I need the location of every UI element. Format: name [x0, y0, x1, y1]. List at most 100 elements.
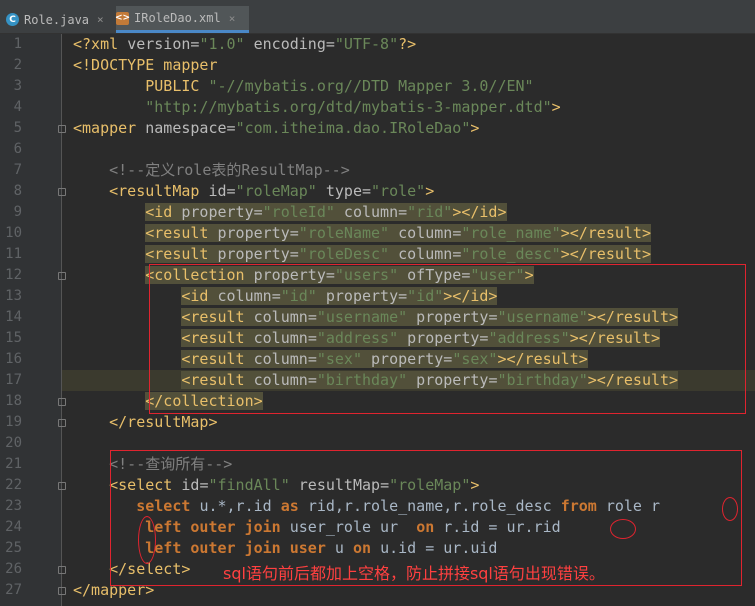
- line-number: 1: [13, 36, 22, 52]
- code-token: =: [289, 224, 299, 242]
- code-token: property: [217, 245, 290, 263]
- fold-icon[interactable]: [58, 188, 66, 196]
- code-token: id: [208, 182, 227, 200]
- line-number: 25: [5, 540, 22, 556]
- line-number: 19: [5, 414, 22, 430]
- code-token: <mapper: [73, 119, 146, 137]
- line-number: 2: [13, 57, 22, 73]
- code-token: encoding: [244, 35, 326, 53]
- code-token: "-//mybatis.org//DTD Mapper 3.0//EN": [208, 77, 534, 95]
- fold-icon[interactable]: [58, 398, 66, 406]
- collection-highlight-box: [149, 264, 746, 414]
- tab-label: Role.java: [24, 12, 90, 27]
- line-number: 26: [5, 561, 22, 577]
- code-token: =: [325, 35, 335, 53]
- code-token: =: [362, 182, 372, 200]
- line-number: 27: [5, 582, 22, 598]
- line-number: 16: [5, 351, 22, 367]
- code-token: <result: [145, 245, 218, 263]
- trailing-space-marker: [610, 519, 636, 539]
- code-token: "http://mybatis.org/dtd/mybatis-3-mapper…: [73, 98, 552, 116]
- code-line: <mapper namespace="com.itheima.dao.IRole…: [73, 118, 479, 139]
- code-token: "UTF-8": [334, 35, 399, 53]
- code-token: <resultMap: [73, 182, 209, 200]
- code-token: "role": [371, 182, 426, 200]
- fold-icon[interactable]: [58, 419, 66, 427]
- line-number: 9: [13, 204, 22, 220]
- code-token: "role_desc": [461, 245, 561, 263]
- code-line: </resultMap>: [73, 412, 218, 433]
- line-number: 12: [5, 267, 22, 283]
- line-number: 15: [5, 330, 22, 346]
- line-number: 22: [5, 477, 22, 493]
- code-token: namespace: [145, 119, 227, 137]
- code-line: <result property="roleDesc" column="role…: [73, 244, 651, 265]
- code-token: <result: [145, 224, 218, 242]
- line-number: 24: [5, 519, 22, 535]
- code-token: property: [181, 203, 254, 221]
- code-token: column: [389, 245, 453, 263]
- code-token: ?>: [398, 35, 417, 53]
- code-token: <?xml: [73, 35, 128, 53]
- code-token: <id: [145, 203, 182, 221]
- code-token: property: [217, 224, 290, 242]
- code-token: column: [334, 203, 399, 221]
- close-icon[interactable]: ×: [229, 12, 236, 25]
- code-token: "roleMap": [235, 182, 317, 200]
- code-token: </resultMap>: [73, 413, 218, 431]
- code-token: =: [253, 203, 263, 221]
- tab-label: IRoleDao.xml: [134, 11, 221, 25]
- line-number: 13: [5, 288, 22, 304]
- code-token: =: [398, 203, 408, 221]
- line-number: 11: [5, 246, 22, 262]
- editor-tab-bar: C Role.java × <> IRoleDao.xml ×: [0, 6, 755, 34]
- java-class-icon: C: [6, 13, 19, 26]
- code-token: <!DOCTYPE mapper: [73, 56, 218, 74]
- code-token: ></id>: [452, 203, 507, 221]
- code-token: =: [452, 224, 462, 242]
- line-number: 6: [13, 141, 22, 157]
- code-token: <!--定义role表的ResultMap-->: [73, 161, 350, 179]
- code-token: column: [389, 224, 453, 242]
- annotation-note: sql语句前后都加上空格，防止拼接sql语句出现错误。: [223, 564, 605, 583]
- tab-irole-dao-xml[interactable]: <> IRoleDao.xml ×: [115, 6, 249, 33]
- code-token: >: [470, 119, 480, 137]
- code-token: =: [226, 119, 236, 137]
- fold-icon[interactable]: [58, 125, 66, 133]
- code-token: =: [289, 245, 299, 263]
- fold-icon[interactable]: [58, 272, 66, 280]
- code-token: "com.itheima.dao.IRoleDao": [235, 119, 471, 137]
- line-number: 20: [5, 435, 22, 451]
- code-line: <resultMap id="roleMap" type="role">: [73, 181, 434, 202]
- leading-space-marker: [138, 516, 156, 564]
- code-token: type: [316, 182, 362, 200]
- line-number: 4: [13, 99, 22, 115]
- code-line: <!DOCTYPE mapper: [73, 55, 218, 76]
- code-token: =: [452, 245, 462, 263]
- line-number: 8: [13, 183, 22, 199]
- code-token: ></result>: [560, 224, 651, 242]
- line-number: 7: [13, 162, 22, 178]
- tab-role-java[interactable]: C Role.java ×: [6, 6, 116, 33]
- code-token: PUBLIC: [73, 77, 209, 95]
- line-number: 23: [5, 498, 22, 514]
- code-token: =: [226, 182, 236, 200]
- code-token: "roleId": [262, 203, 335, 221]
- code-token: "roleDesc": [298, 245, 390, 263]
- code-token: version: [127, 35, 191, 53]
- trailing-space-marker: [722, 497, 738, 521]
- line-number: 18: [5, 393, 22, 409]
- line-number: 3: [13, 78, 22, 94]
- code-line: <!--定义role表的ResultMap-->: [73, 160, 350, 181]
- fold-icon[interactable]: [58, 566, 66, 574]
- line-number: 21: [5, 456, 22, 472]
- close-icon[interactable]: ×: [97, 13, 104, 26]
- code-token: ></result>: [560, 245, 651, 263]
- fold-icon[interactable]: [58, 482, 66, 490]
- fold-icon[interactable]: [58, 587, 66, 595]
